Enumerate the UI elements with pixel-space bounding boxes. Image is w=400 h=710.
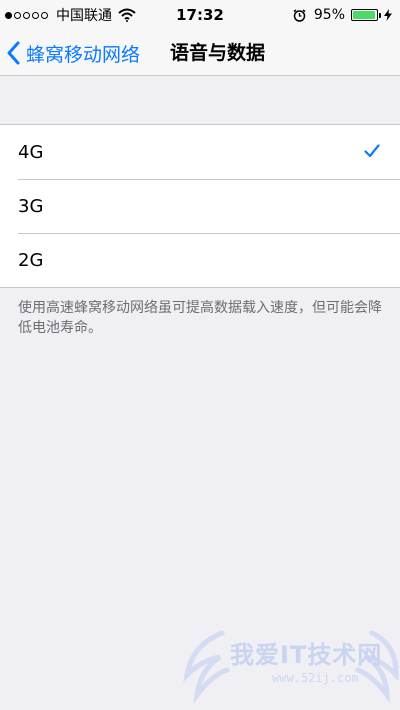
back-button[interactable]: 蜂窝移动网络 (6, 30, 140, 76)
option-3g[interactable]: 3G (0, 179, 400, 233)
chevron-left-icon (7, 41, 20, 65)
battery-percent: 95% (313, 7, 345, 23)
battery-fill (353, 11, 375, 19)
battery-icon (351, 9, 381, 21)
watermark-url: www.52ij.com (272, 671, 359, 685)
watermark-logo: 我爱IT技术网 www.52ij.com (182, 625, 400, 710)
status-right: 95% (293, 0, 392, 30)
page-title: 语音与数据 (170, 42, 266, 64)
watermark-text: 我爱IT技术网 (230, 641, 383, 669)
back-button-label: 蜂窝移动网络 (26, 43, 141, 66)
checkmark-icon (364, 144, 380, 158)
option-label: 4G (18, 141, 44, 163)
option-4g[interactable]: 4G (0, 125, 400, 179)
option-label: 3G (18, 195, 44, 217)
charging-bolt-icon (384, 9, 392, 21)
alarm-clock-icon (293, 8, 306, 22)
network-option-list: 4G 3G 2G (0, 124, 400, 288)
option-2g[interactable]: 2G (0, 233, 400, 287)
battery-cap (379, 13, 381, 18)
status-bar: 中国联通 17:32 95% (0, 0, 400, 30)
option-label: 2G (18, 249, 44, 271)
navigation-bar: 蜂窝移动网络 语音与数据 (0, 30, 400, 76)
footer-note: 使用高速蜂窝移动网络虽可提高数据载入速度，但可能会降低电池寿命。 (18, 300, 382, 336)
